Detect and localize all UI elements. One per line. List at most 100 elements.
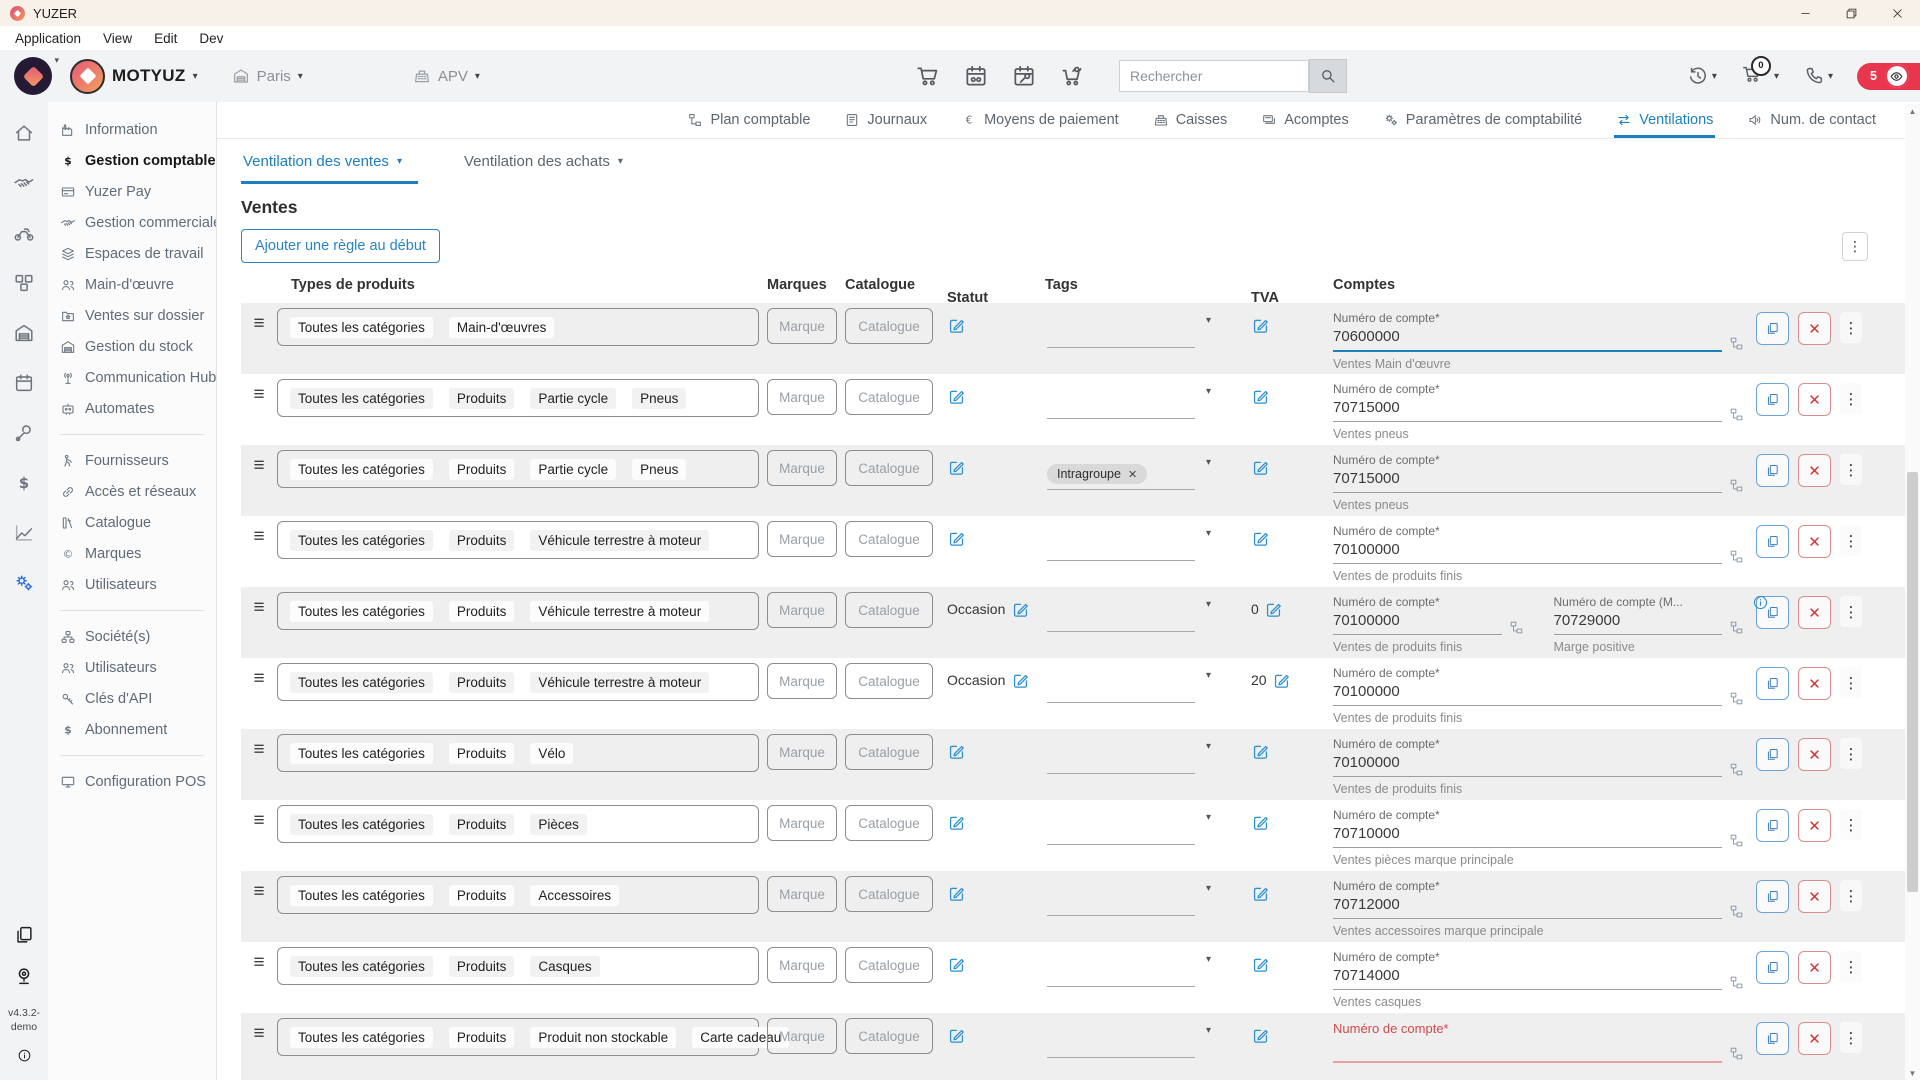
- rail-item-wrench[interactable]: [13, 422, 35, 449]
- rail-item-garage[interactable]: [13, 322, 35, 349]
- marque-input[interactable]: Marque: [767, 521, 837, 557]
- drag-handle-icon[interactable]: ≡: [253, 811, 264, 830]
- duplicate-rule-button[interactable]: [1756, 667, 1789, 700]
- drag-handle-icon[interactable]: ≡: [253, 669, 264, 688]
- tab-caisses[interactable]: Caisses: [1151, 102, 1230, 138]
- sidebar-item-soci-t-s[interactable]: Société(s): [48, 621, 216, 652]
- sidebar-item-catalogue[interactable]: Catalogue: [48, 507, 216, 538]
- row-more-button[interactable]: ⋮: [1840, 667, 1862, 698]
- row-more-button[interactable]: ⋮: [1840, 383, 1862, 414]
- subtab-ventilation-des-achats[interactable]: Ventilation des achats▾: [462, 149, 639, 184]
- marque-input[interactable]: Marque: [767, 308, 837, 344]
- edit-statut-button[interactable]: [947, 1026, 966, 1050]
- delete-rule-button[interactable]: ✕: [1798, 738, 1831, 771]
- drag-handle-icon[interactable]: ≡: [253, 1024, 264, 1043]
- row-more-button[interactable]: ⋮: [1840, 951, 1862, 982]
- marque-input[interactable]: Marque: [767, 663, 837, 699]
- account-field[interactable]: Numéro de compte*70100000Ventes de produ…: [1333, 516, 1748, 583]
- rail-item-handshake[interactable]: [13, 172, 35, 199]
- product-types-field[interactable]: Toutes les catégoriesProduitsVéhicule te…: [277, 592, 759, 630]
- info-icon[interactable]: [1752, 594, 1769, 611]
- edit-tva-button[interactable]: [1251, 458, 1270, 482]
- drag-handle-icon[interactable]: ≡: [253, 953, 264, 972]
- catalogue-input[interactable]: Catalogue: [845, 450, 933, 486]
- rail-item-home[interactable]: [13, 122, 35, 149]
- delete-rule-button[interactable]: ✕: [1798, 809, 1831, 842]
- product-types-field[interactable]: Toutes les catégoriesProduitsVélo: [277, 734, 759, 772]
- tab-journaux[interactable]: Journaux: [842, 102, 929, 138]
- catalogue-input[interactable]: Catalogue: [845, 1018, 933, 1054]
- account-field[interactable]: Numéro de compte*70715000Ventes pneus: [1333, 445, 1748, 512]
- catalogue-input[interactable]: Catalogue: [845, 734, 933, 770]
- edit-tva-button[interactable]: [1251, 387, 1270, 411]
- page-scrollbar[interactable]: ▲ ▼: [1905, 104, 1920, 1080]
- edit-tva-button[interactable]: [1251, 316, 1270, 340]
- tab-num-de-contact[interactable]: Num. de contact: [1745, 102, 1878, 138]
- restore-button[interactable]: [1828, 0, 1874, 26]
- catalogue-input[interactable]: Catalogue: [845, 805, 933, 841]
- duplicate-rule-button[interactable]: [1756, 525, 1789, 558]
- drag-handle-icon[interactable]: ≡: [253, 882, 264, 901]
- product-types-field[interactable]: Toutes les catégoriesProduitsCasques: [277, 947, 759, 985]
- row-more-button[interactable]: ⋮: [1840, 454, 1862, 485]
- catalogue-input[interactable]: Catalogue: [845, 876, 933, 912]
- catalogue-input[interactable]: Catalogue: [845, 663, 933, 699]
- marque-input[interactable]: Marque: [767, 450, 837, 486]
- scroll-up-icon[interactable]: ▲: [1905, 104, 1920, 118]
- duplicate-rule-button[interactable]: [1756, 809, 1789, 842]
- marque-input[interactable]: Marque: [767, 734, 837, 770]
- account-field[interactable]: Numéro de compte*70100000Ventes de produ…: [1333, 587, 1528, 654]
- delete-rule-button[interactable]: ✕: [1798, 880, 1831, 913]
- delete-rule-button[interactable]: ✕: [1798, 383, 1831, 416]
- edit-statut-button[interactable]: [947, 529, 966, 553]
- duplicate-rule-button[interactable]: [1756, 738, 1789, 771]
- menu-application[interactable]: Application: [4, 31, 92, 46]
- account-field[interactable]: Numéro de compte*70715000Ventes pneus: [1333, 374, 1748, 441]
- row-more-button[interactable]: ⋮: [1840, 596, 1862, 627]
- product-types-field[interactable]: Toutes les catégoriesProduitsPartie cycl…: [277, 379, 759, 417]
- sidebar-item-communication-hub[interactable]: Communication Hub: [48, 362, 216, 393]
- edit-statut-button[interactable]: [1011, 600, 1030, 624]
- account-field[interactable]: Numéro de compte*70100000Ventes de produ…: [1333, 729, 1748, 796]
- marque-input[interactable]: Marque: [767, 947, 837, 983]
- rail-item-chart[interactable]: [13, 522, 35, 549]
- duplicate-rule-button[interactable]: [1756, 383, 1789, 416]
- location-picker[interactable]: Paris ▾: [232, 67, 303, 85]
- sidebar-item-abonnement[interactable]: Abonnement: [48, 714, 216, 745]
- rail-item-gears2[interactable]: [13, 572, 35, 599]
- delete-rule-button[interactable]: ✕: [1798, 951, 1831, 984]
- scrollbar-thumb[interactable]: [1907, 472, 1918, 892]
- menu-dev[interactable]: Dev: [188, 31, 234, 46]
- cart-menu[interactable]: 0 ▾: [1741, 63, 1779, 90]
- edit-statut-button[interactable]: [947, 813, 966, 837]
- org-switcher[interactable]: MOTYUZ ▾: [70, 59, 198, 94]
- row-more-button[interactable]: ⋮: [1840, 809, 1862, 840]
- sidebar-item-yuzer-pay[interactable]: Yuzer Pay: [48, 176, 216, 207]
- alert-badge[interactable]: 5: [1857, 63, 1920, 90]
- sidebar-item-information[interactable]: Information: [48, 114, 216, 145]
- menu-view[interactable]: View: [92, 31, 143, 46]
- marque-input[interactable]: Marque: [767, 592, 837, 628]
- sidebar-item-automates[interactable]: Automates: [48, 393, 216, 424]
- row-more-button[interactable]: ⋮: [1840, 880, 1862, 911]
- edit-tva-button[interactable]: [1251, 813, 1270, 837]
- search-input[interactable]: [1119, 60, 1309, 92]
- tab-param-tres-de-comptabilit[interactable]: Paramètres de comptabilité: [1381, 102, 1585, 138]
- phone-menu[interactable]: ▾: [1803, 65, 1833, 87]
- edit-statut-button[interactable]: [947, 316, 966, 340]
- sidebar-item-cl-s-d-api[interactable]: Clés d'API: [48, 683, 216, 714]
- menu-edit[interactable]: Edit: [143, 31, 188, 46]
- sidebar-item-main-d-uvre[interactable]: Main-d'œuvre: [48, 269, 216, 300]
- sidebar-item-gestion-commerciale[interactable]: Gestion commerciale: [48, 207, 216, 238]
- add-rule-button[interactable]: Ajouter une règle au début: [241, 229, 440, 263]
- duplicate-rule-button[interactable]: [1756, 880, 1789, 913]
- sidebar-item-gestion-du-stock[interactable]: Gestion du stock: [48, 331, 216, 362]
- edit-statut-button[interactable]: [947, 387, 966, 411]
- user-avatar[interactable]: ▾: [14, 57, 52, 95]
- edit-tva-button[interactable]: [1251, 529, 1270, 553]
- tab-moyens-de-paiement[interactable]: Moyens de paiement: [959, 102, 1121, 138]
- row-more-button[interactable]: ⋮: [1840, 1022, 1862, 1053]
- tab-ventilations[interactable]: Ventilations: [1614, 102, 1715, 138]
- subtab-ventilation-des-ventes[interactable]: Ventilation des ventes▾: [241, 149, 418, 184]
- account-field[interactable]: Numéro de compte*70714000Ventes casques: [1333, 942, 1748, 1009]
